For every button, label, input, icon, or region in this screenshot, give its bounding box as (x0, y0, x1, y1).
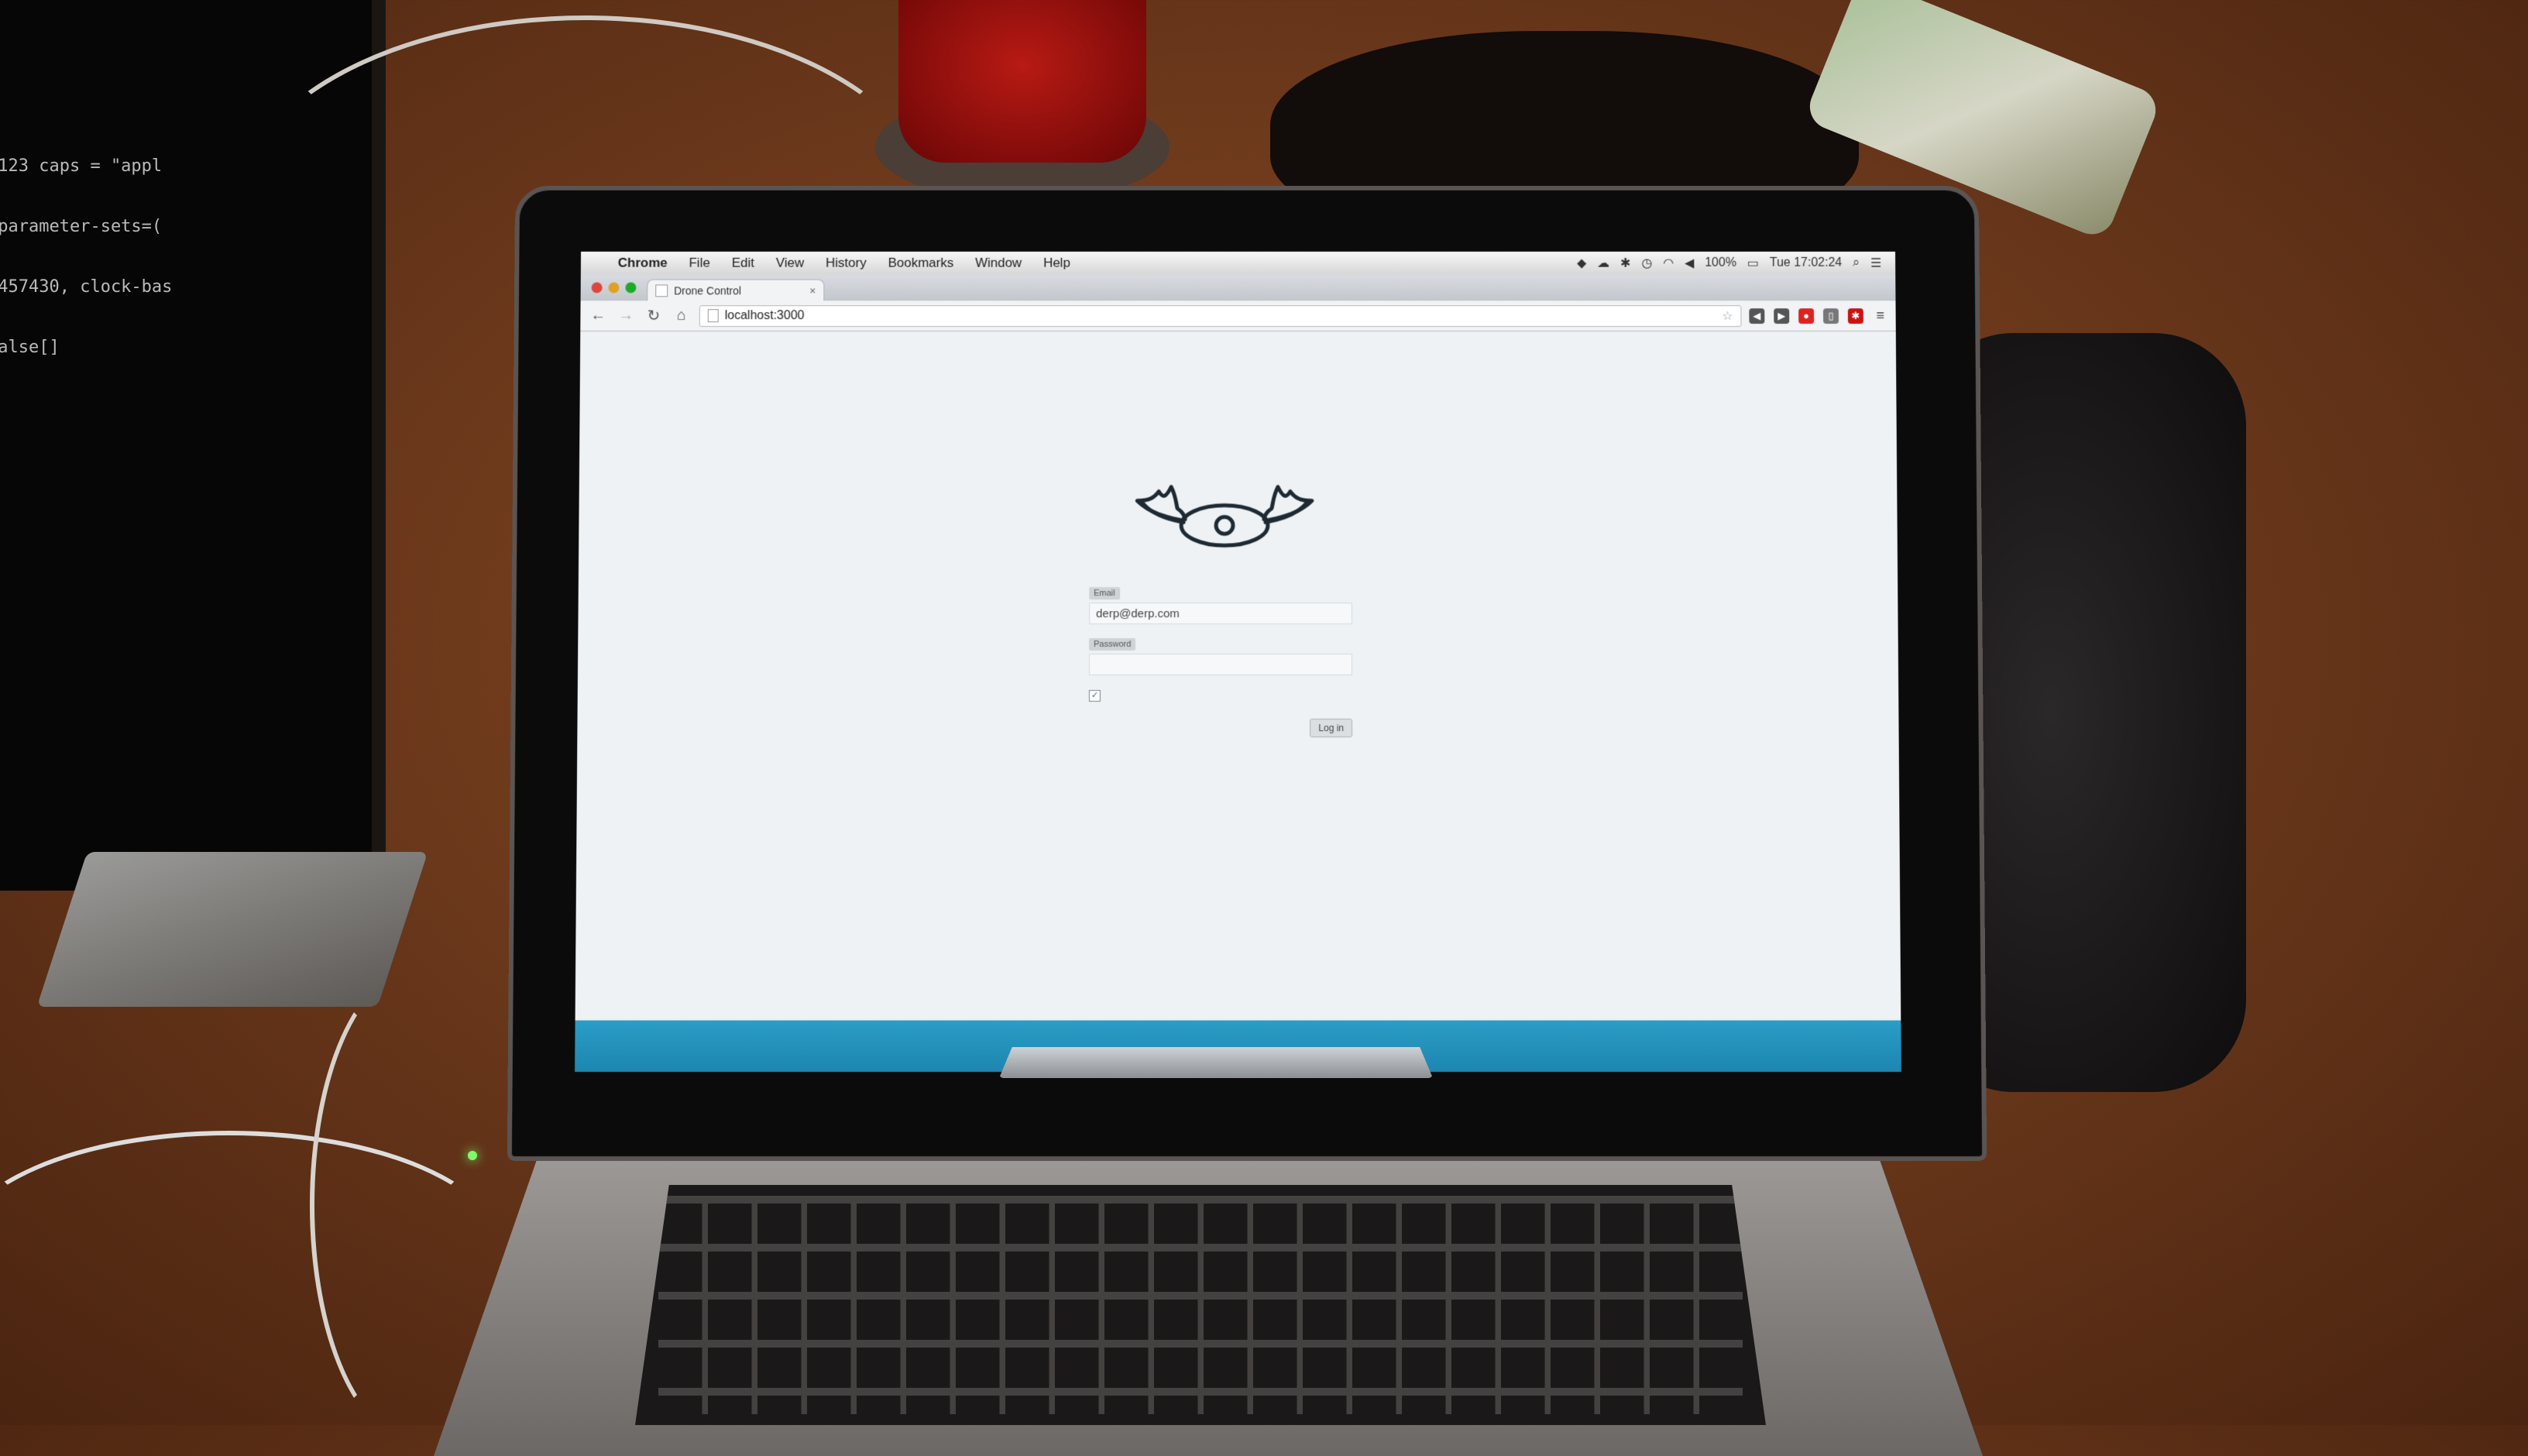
page-favicon-icon (655, 283, 668, 297)
red-cup (898, 0, 1146, 163)
email-label: Email (1089, 587, 1120, 600)
keyboard-keys (658, 1196, 1743, 1414)
menu-edit[interactable]: Edit (721, 256, 765, 271)
extension-page-icon[interactable]: ▯ (1822, 307, 1839, 324)
minimize-window-icon[interactable] (608, 282, 620, 294)
menu-help[interactable]: Help (1032, 256, 1081, 271)
menu-app-chrome[interactable]: Chrome (607, 256, 678, 271)
bluetooth-icon[interactable]: ✱ (1620, 256, 1630, 271)
back-icon[interactable]: ← (588, 307, 608, 325)
terminal-line: false[] (0, 338, 60, 357)
battery-icon[interactable]: ▭ (1747, 256, 1759, 271)
dock (999, 1047, 1433, 1078)
wifi-icon[interactable]: ◠ (1663, 256, 1674, 271)
cloud-icon[interactable]: ☁ (1597, 256, 1609, 271)
login-form: Email Password ✓ Log in (1088, 585, 1353, 738)
tab-title: Drone Control (674, 283, 742, 297)
winged-eye-logo (1128, 478, 1321, 563)
password-label: Password (1089, 638, 1136, 651)
close-window-icon[interactable] (591, 282, 603, 294)
status-tray: ◆ ☁ ✱ ◷ ◠ ◀ 100% ▭ Tue 17:02:24 ⌕ ☰ (1577, 256, 1895, 271)
clock-icon[interactable]: ◷ (1641, 256, 1652, 271)
menu-clock[interactable]: Tue 17:02:24 (1770, 256, 1842, 270)
tab-drone-control[interactable]: Drone Control × (647, 279, 825, 301)
dropbox-icon[interactable]: ◆ (1577, 256, 1586, 271)
page-icon (707, 309, 719, 323)
page-content: Email Password ✓ Log in (575, 331, 1901, 1021)
charger-led (468, 1151, 477, 1160)
home-icon[interactable]: ⌂ (672, 307, 692, 325)
menu-bookmarks[interactable]: Bookmarks (878, 256, 965, 271)
notification-center-icon[interactable]: ☰ (1870, 256, 1881, 271)
monitor-stand (36, 852, 428, 1007)
zoom-window-icon[interactable] (625, 282, 637, 294)
password-field[interactable] (1088, 654, 1353, 675)
tab-strip: Drone Control × (580, 274, 1896, 301)
menu-file[interactable]: File (678, 256, 721, 271)
address-bar[interactable]: localhost:3000 ☆ (699, 304, 1742, 327)
browser-toolbar: ← → ↻ ⌂ localhost:3000 ☆ ◀ ▶ ● ▯ ✱ ≡ (580, 300, 1896, 331)
laptop-lid: Chrome File Edit View History Bookmarks … (507, 185, 1987, 1162)
extension-record-icon[interactable]: ● (1798, 307, 1815, 324)
menu-bar: Chrome File Edit View History Bookmarks … (580, 251, 1896, 276)
reload-icon[interactable]: ↻ (644, 306, 664, 325)
url-text: localhost:3000 (724, 308, 805, 322)
bookmark-star-icon[interactable]: ☆ (1722, 308, 1733, 324)
volume-icon[interactable]: ◀ (1685, 256, 1694, 271)
forward-icon[interactable]: → (616, 307, 636, 325)
remember-row: ✓ (1088, 688, 1352, 702)
laptop-screen: Chrome File Edit View History Bookmarks … (575, 251, 1901, 1073)
extension-icons: ◀ ▶ ● ▯ ✱ ≡ (1749, 307, 1888, 324)
extension-forward-icon[interactable]: ▶ (1774, 307, 1790, 324)
laptop-keyboard (635, 1185, 1766, 1425)
spotlight-icon[interactable]: ⌕ (1853, 256, 1860, 270)
close-tab-icon[interactable]: × (809, 284, 816, 297)
battery-percentage[interactable]: 100% (1705, 256, 1736, 270)
chrome-menu-icon[interactable]: ≡ (1873, 307, 1888, 324)
extension-rewind-icon[interactable]: ◀ (1749, 307, 1765, 324)
menu-history[interactable]: History (815, 256, 878, 271)
menu-window[interactable]: Window (964, 256, 1032, 271)
menu-view[interactable]: View (765, 256, 815, 271)
remember-checkbox[interactable]: ✓ (1088, 689, 1101, 702)
window-controls (581, 282, 647, 301)
extension-red-icon[interactable]: ✱ (1847, 307, 1863, 324)
email-field[interactable] (1089, 603, 1352, 625)
login-button[interactable]: Log in (1310, 718, 1353, 738)
